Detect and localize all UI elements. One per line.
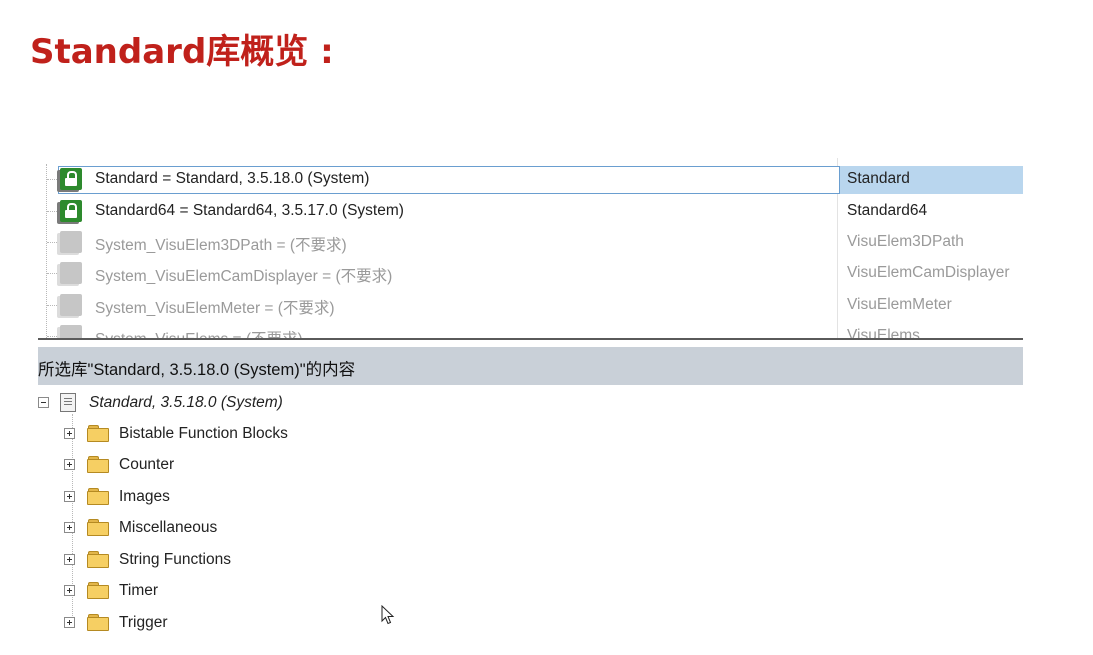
tree-root-node[interactable]: Standard, 3.5.18.0 (System) bbox=[38, 390, 438, 416]
mouse-pointer-icon bbox=[381, 605, 395, 625]
tree-item-label: Counter bbox=[119, 456, 175, 473]
library-namespace: VisuElemCamDisplayer bbox=[847, 264, 1010, 281]
tree-item-label: Timer bbox=[119, 582, 159, 599]
folder-icon bbox=[87, 519, 109, 536]
contents-header-text: 所选库"Standard, 3.5.18.0 (System)"的内容 bbox=[38, 361, 356, 379]
library-name: Standard64 = Standard64, 3.5.17.0 (Syste… bbox=[95, 202, 404, 219]
tree-connector bbox=[47, 336, 59, 337]
folder-icon bbox=[87, 551, 109, 568]
library-row-standard64[interactable]: Standard64 = Standard64, 3.5.17.0 (Syste… bbox=[38, 196, 1023, 227]
library-namespace: VisuElemMeter bbox=[847, 296, 952, 313]
library-icon bbox=[60, 325, 84, 338]
tree-item-label: Bistable Function Blocks bbox=[119, 425, 288, 442]
expand-icon[interactable] bbox=[64, 617, 75, 628]
library-contents-tree: Standard, 3.5.18.0 (System) Bistable Fun… bbox=[38, 388, 1023, 638]
folder-icon bbox=[87, 425, 109, 442]
tree-item-label: Images bbox=[119, 488, 170, 505]
tree-connector bbox=[47, 305, 59, 306]
folder-icon bbox=[87, 582, 109, 599]
library-name: System_VisuElems = (不要求) bbox=[95, 327, 303, 338]
folder-icon bbox=[87, 488, 109, 505]
tree-item-label: Miscellaneous bbox=[119, 519, 218, 536]
tree-connector bbox=[47, 242, 59, 243]
tree-item-counter[interactable]: Counter bbox=[64, 450, 464, 478]
expand-icon[interactable] bbox=[64, 554, 75, 565]
contents-header-bar: 所选库"Standard, 3.5.18.0 (System)"的内容 bbox=[38, 347, 1023, 385]
expand-icon[interactable] bbox=[64, 491, 75, 502]
lock-icon bbox=[60, 200, 84, 223]
lock-icon bbox=[60, 168, 84, 191]
tree-item-timer[interactable]: Timer bbox=[64, 576, 464, 604]
library-namespace: Standard64 bbox=[847, 202, 928, 219]
expand-icon[interactable] bbox=[64, 459, 75, 470]
library-icon bbox=[60, 231, 84, 254]
tree-item-miscellaneous[interactable]: Miscellaneous bbox=[64, 513, 464, 541]
library-row-visuelemmeter[interactable]: System_VisuElemMeter = (不要求) VisuElemMet… bbox=[38, 290, 1023, 321]
panel-splitter[interactable] bbox=[38, 338, 1023, 340]
library-name: System_VisuElemCamDisplayer = (不要求) bbox=[95, 268, 393, 285]
library-icon bbox=[60, 262, 84, 285]
expand-icon[interactable] bbox=[64, 428, 75, 439]
library-row-visuelems[interactable]: System_VisuElems = (不要求) VisuElems bbox=[38, 321, 1023, 338]
library-list: Standard = Standard, 3.5.18.0 (System) S… bbox=[38, 158, 1023, 338]
library-row-standard[interactable]: Standard = Standard, 3.5.18.0 (System) S… bbox=[38, 164, 1023, 195]
library-name: System_VisuElemMeter = (不要求) bbox=[95, 300, 335, 317]
tree-connector bbox=[47, 211, 59, 212]
library-namespace: Standard bbox=[847, 170, 910, 187]
folder-icon bbox=[87, 456, 109, 473]
library-name: System_VisuElem3DPath = (不要求) bbox=[95, 237, 347, 254]
library-row-visuelem3dpath[interactable]: System_VisuElem3DPath = (不要求) VisuElem3D… bbox=[38, 227, 1023, 258]
expand-icon[interactable] bbox=[64, 522, 75, 533]
tree-item-string-functions[interactable]: String Functions bbox=[64, 545, 464, 573]
tree-item-images[interactable]: Images bbox=[64, 482, 464, 510]
library-document-icon bbox=[60, 393, 76, 412]
library-icon bbox=[60, 294, 84, 317]
tree-connector bbox=[47, 273, 59, 274]
slide-title: Standard库概览 : bbox=[30, 32, 334, 72]
collapse-icon[interactable] bbox=[38, 397, 49, 408]
tree-item-bistable-function-blocks[interactable]: Bistable Function Blocks bbox=[64, 419, 464, 447]
tree-item-label: Trigger bbox=[119, 614, 168, 631]
folder-icon bbox=[87, 614, 109, 631]
tree-root-label: Standard, 3.5.18.0 (System) bbox=[89, 394, 283, 411]
library-namespace: VisuElem3DPath bbox=[847, 233, 964, 250]
tree-item-label: String Functions bbox=[119, 551, 231, 568]
tree-item-trigger[interactable]: Trigger bbox=[64, 608, 464, 636]
tree-connector bbox=[47, 179, 59, 180]
library-name: Standard = Standard, 3.5.18.0 (System) bbox=[95, 170, 370, 187]
expand-icon[interactable] bbox=[64, 585, 75, 596]
library-namespace: VisuElems bbox=[847, 327, 920, 338]
library-row-visuelemcamdisplayer[interactable]: System_VisuElemCamDisplayer = (不要求) Visu… bbox=[38, 258, 1023, 289]
